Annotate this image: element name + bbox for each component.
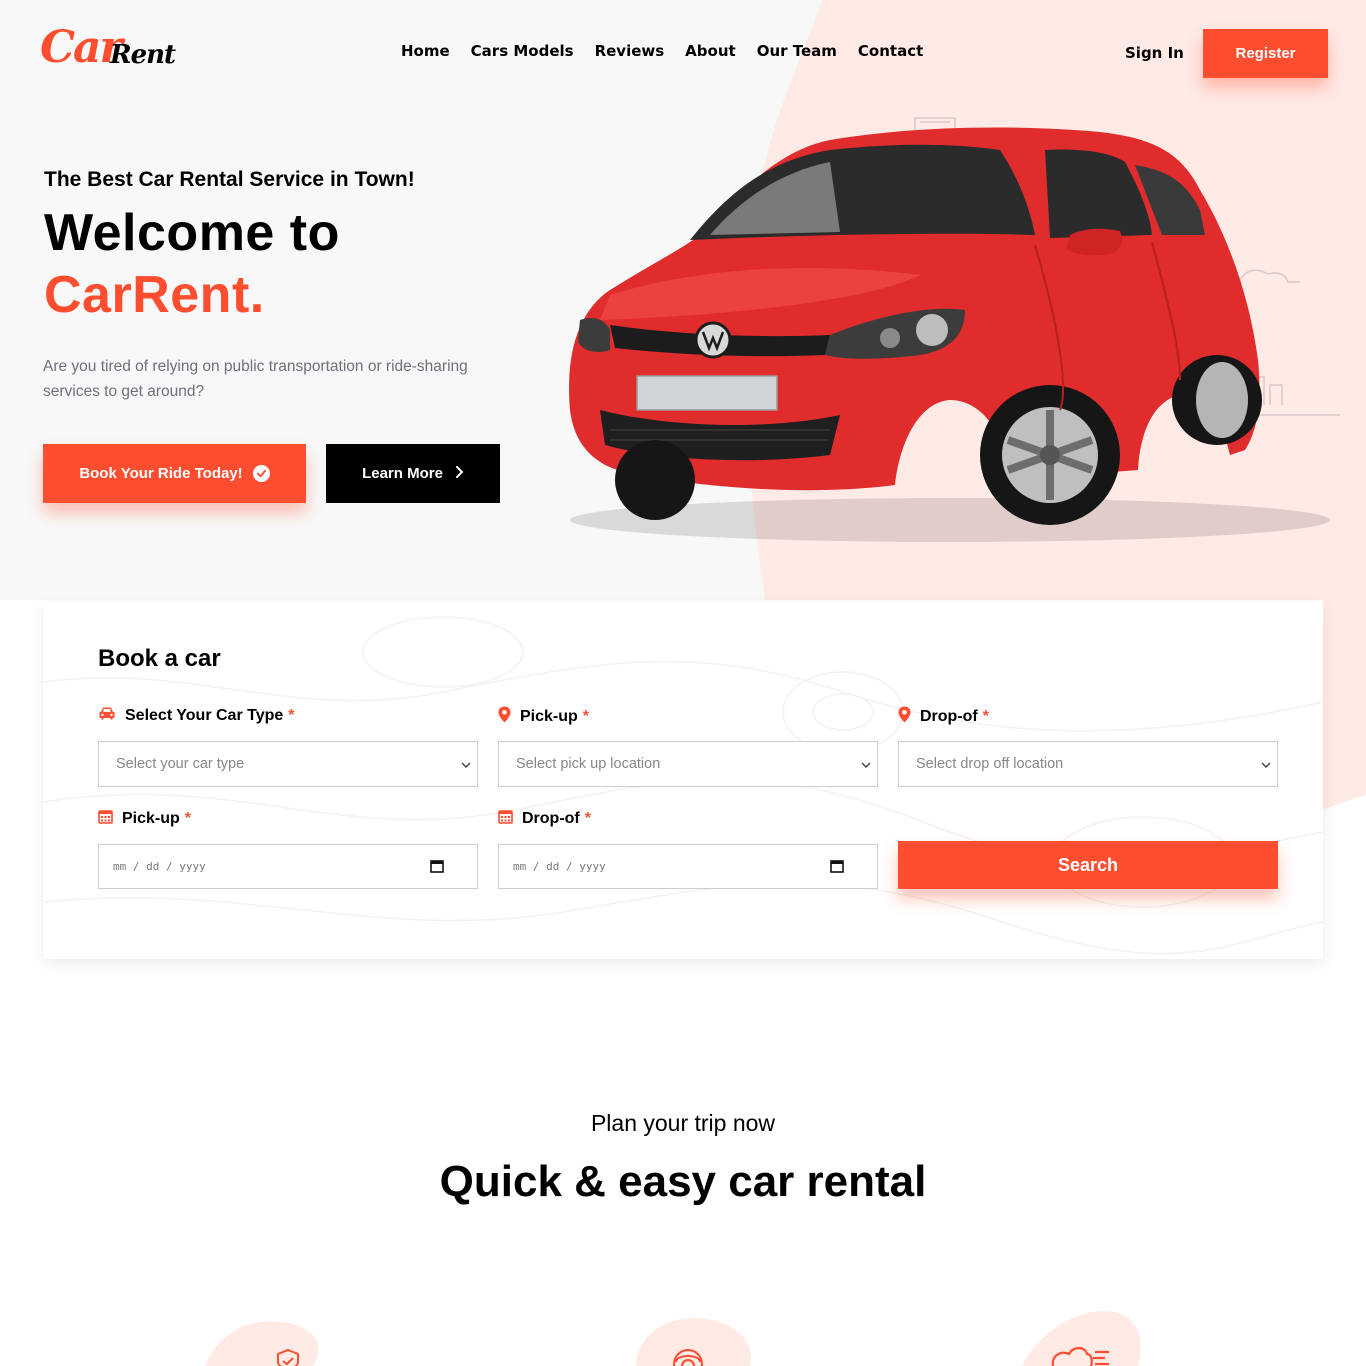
- car-icon: [98, 706, 116, 725]
- nav-about[interactable]: About: [685, 42, 736, 60]
- pick-up-location-select[interactable]: Select pick up location: [498, 741, 878, 787]
- chevron-down-icon: [1261, 757, 1271, 773]
- logo-car-text: Car: [40, 22, 123, 73]
- chevron-down-icon: [461, 757, 471, 773]
- required-mark: *: [982, 708, 989, 725]
- required-mark: *: [288, 706, 295, 724]
- location-pin-icon: [898, 706, 911, 728]
- chevron-down-icon: [861, 757, 871, 773]
- nav-home[interactable]: Home: [401, 42, 450, 60]
- drop-off-date-placeholder: mm / dd / yyyy: [513, 860, 606, 873]
- logo-rent-text: Rent: [110, 40, 176, 70]
- book-ride-button[interactable]: Book Your Ride Today!: [43, 444, 306, 503]
- pick-up-location-label-text: Pick-up: [520, 708, 578, 725]
- sign-in-link[interactable]: Sign In: [1125, 44, 1184, 62]
- select-car-feature: [228, 1306, 348, 1366]
- drive-feature: [1025, 1306, 1145, 1366]
- nav-our-team[interactable]: Our Team: [757, 42, 837, 60]
- hero-car-image: [569, 117, 1340, 542]
- drop-off-location-select[interactable]: Select drop off location: [898, 741, 1278, 787]
- drop-off-date-label-text: Drop-of: [522, 810, 580, 827]
- required-mark: *: [584, 810, 591, 827]
- book-ride-label: Book Your Ride Today!: [79, 465, 243, 482]
- register-button[interactable]: Register: [1203, 29, 1328, 78]
- contact-operator-feature: [628, 1306, 748, 1366]
- pick-up-location-placeholder: Select pick up location: [516, 756, 661, 772]
- fast-car-icon: [1051, 1346, 1109, 1366]
- main-nav: Home Cars Models Reviews About Our Team …: [401, 42, 944, 60]
- required-mark: *: [582, 708, 590, 725]
- car-type-select[interactable]: Select your car type: [98, 741, 478, 787]
- shield-check-icon: [277, 1348, 299, 1366]
- drop-off-location-label: Drop-of *: [898, 706, 989, 728]
- location-pin-icon: [498, 706, 511, 728]
- drop-off-location-label-text: Drop-of: [920, 708, 978, 725]
- hero-subtitle: The Best Car Rental Service in Town!: [44, 168, 415, 191]
- plan-title: Quick & easy car rental: [439, 1157, 927, 1206]
- drop-off-location-placeholder: Select drop off location: [916, 756, 1064, 772]
- calendar-icon: [98, 809, 113, 829]
- learn-more-button[interactable]: Learn More: [326, 444, 500, 503]
- required-mark: *: [184, 810, 192, 827]
- pick-up-date-input[interactable]: mm / dd / yyyy: [98, 844, 478, 889]
- drop-off-date-label: Drop-of *: [498, 809, 591, 829]
- headset-operator-icon: [673, 1349, 703, 1366]
- nav-reviews[interactable]: Reviews: [595, 42, 665, 60]
- car-type-label: Select Your Car Type *: [98, 706, 295, 725]
- chevron-right-icon: [455, 465, 464, 483]
- pick-up-date-label-text: Pick-up: [122, 810, 180, 827]
- hero-title-line1: Welcome to: [44, 204, 340, 262]
- nav-cars-models[interactable]: Cars Models: [471, 42, 574, 60]
- pick-up-location-label: Pick-up *: [498, 706, 589, 728]
- car-type-placeholder: Select your car type: [116, 756, 245, 772]
- hero-title-line2: CarRent.: [44, 266, 265, 324]
- brand-logo[interactable]: Car Rent: [40, 22, 180, 76]
- nav-contact[interactable]: Contact: [858, 42, 923, 60]
- calendar-picker-icon[interactable]: [830, 859, 844, 876]
- booking-title: Book a car: [98, 645, 221, 672]
- hero-description: Are you tired of relying on public trans…: [43, 358, 468, 400]
- pick-up-date-label: Pick-up *: [98, 809, 191, 829]
- calendar-icon: [498, 809, 513, 829]
- drop-off-date-input[interactable]: mm / dd / yyyy: [498, 844, 878, 889]
- booking-card: Book a car Select Your Car Type * Pick-u…: [43, 602, 1323, 959]
- pick-up-date-placeholder: mm / dd / yyyy: [113, 860, 206, 873]
- plan-subtitle: Plan your trip now: [590, 1110, 776, 1136]
- search-button[interactable]: Search: [898, 841, 1278, 889]
- learn-more-label: Learn More: [362, 465, 443, 482]
- check-circle-icon: [252, 465, 270, 482]
- calendar-picker-icon[interactable]: [430, 859, 444, 876]
- car-type-label-text: Select Your Car Type: [125, 706, 284, 724]
